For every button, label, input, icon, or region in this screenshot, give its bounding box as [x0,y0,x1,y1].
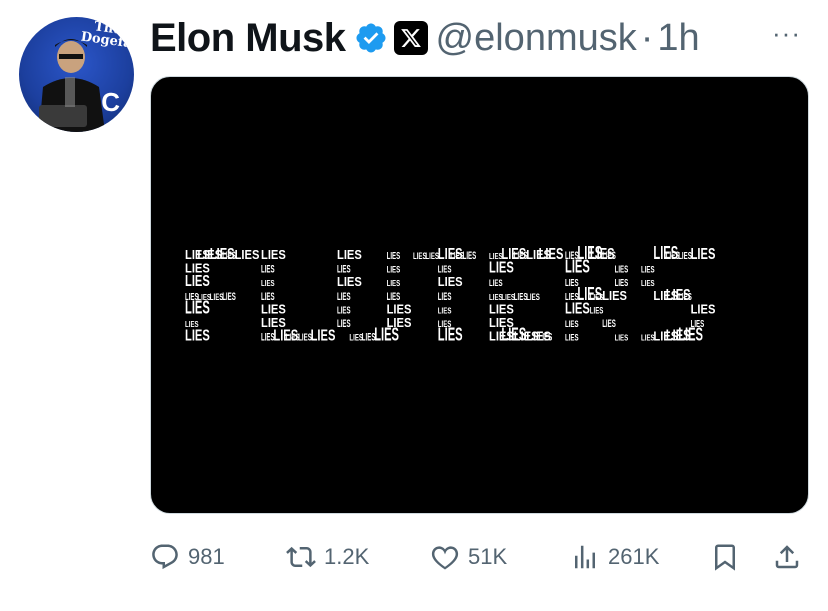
like-count: 51K [468,544,508,569]
lies-word-s: LIES [691,246,716,263]
user-handle[interactable]: @elonmusk [436,17,637,60]
lies-word-t: LIES [438,325,463,345]
views-button[interactable]: 261K [570,535,659,579]
lies-word-e: LIES [489,260,514,277]
reply-icon [152,544,178,570]
reply-count: 981 [188,544,225,569]
lies-word-t: LIES [438,291,452,303]
lies-word-l: LIES [261,264,275,276]
lies-word-e: LIES [539,332,553,344]
lies-word-u: LIES [337,291,351,303]
lies-word-f: LIES [235,247,260,262]
repost-icon [286,546,316,568]
lies-word-l: LIES [261,279,275,288]
view-count: 261K [608,544,660,569]
lies-word-f: LIES [185,297,210,317]
avatar-letter: C [101,87,120,117]
display-name[interactable]: Elon Musk [150,16,346,61]
lies-word-u: LIES [337,247,362,262]
lies-word-t: LIES [438,306,452,315]
lies-word-l: LIES [261,247,286,262]
lies-word-s: LIES [678,325,703,345]
lies-word-s: LIES [691,301,716,316]
lies-word-e: LIES [539,246,564,263]
verified-badge-icon[interactable] [354,21,388,55]
lies-word-f: LIES [222,291,236,303]
lies-word-u: LIES [337,305,351,316]
separator-dot: · [640,16,654,59]
lies-word-r: LIES [615,334,629,343]
views-icon [575,545,595,569]
lies-word-u: LIES [337,318,351,330]
lies-word-u: LIES [374,325,399,345]
tweet-header: Elon Musk @elonmusk · 1h [150,8,700,68]
lies-word-r: LIES [602,250,616,262]
avatar[interactable]: The Dogefa C [19,17,134,132]
lies-word-f: LIES [185,328,210,345]
lies-word-l: LIES [311,328,336,345]
lies-word-r: LIES [615,265,629,276]
repost-count: 1.2K [324,544,370,569]
lies-word-r: LIES [602,318,616,330]
x-logo-icon [393,21,428,55]
lies-word-u: LIES [387,251,401,262]
like-button[interactable]: 51K [430,535,507,579]
lies-word-t: LIES [463,250,477,262]
lies-word-s: LIES [641,265,655,275]
lies-typographic-image: LIESLIESLIESLIESLIESLIESLIESLIESLIESLIES… [185,243,716,345]
lies-word-r: LIES [565,257,590,277]
lies-word-u: LIES [387,265,401,275]
bookmark-icon [715,544,735,571]
like-icon [431,546,459,570]
post-time[interactable]: 1h [657,17,699,60]
reply-button[interactable]: 981 [150,535,225,579]
lies-word-u: LIES [387,279,401,288]
share-icon [775,545,799,569]
tweet-image[interactable]: LIES LIES LIES LIES LIES LIES LIES LIES LIES LIES… [150,76,809,514]
lies-word-f: LIES [185,273,210,290]
lies-word-r: LIES [602,288,627,303]
lies-word-r: LIES [565,319,579,329]
bookmark-button[interactable] [710,535,740,579]
more-icon[interactable]: ··· [772,18,801,49]
action-bar: 981 1.2K 51K 261K [150,535,812,579]
lies-word-r: LIES [565,333,579,343]
lies-word-e: LIES [489,278,503,288]
repost-button[interactable]: 1.2K [286,535,369,579]
lies-word-t: LIES [438,274,463,289]
lies-word-r: LIES [565,300,590,317]
lies-word-u: LIES [337,274,362,289]
lies-word-e: LIES [526,292,540,302]
lies-word-r: LIES [590,305,604,315]
share-button[interactable] [772,535,802,579]
